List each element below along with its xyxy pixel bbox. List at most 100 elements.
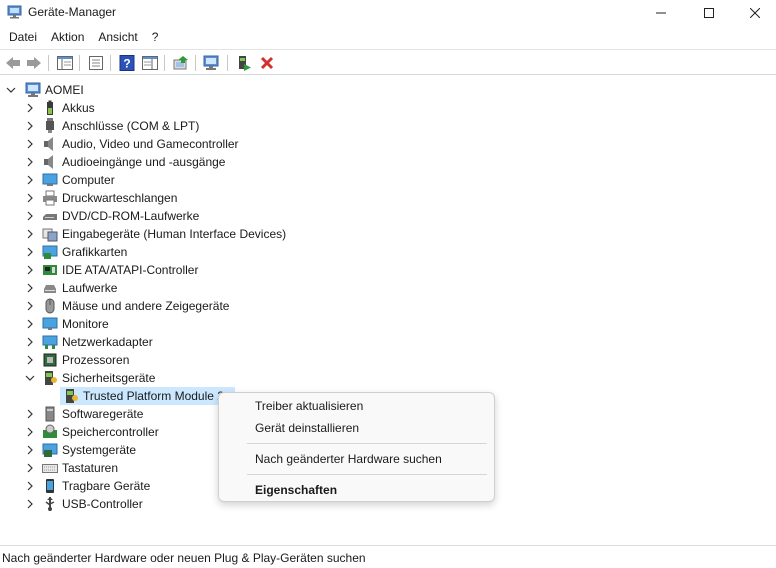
port-icon: [42, 118, 58, 134]
tree-category[interactable]: Softwaregeräte: [24, 405, 143, 423]
category-label: Sicherheitsgeräte: [62, 371, 156, 385]
forward-arrow-icon[interactable]: [24, 53, 44, 73]
printer-icon: [42, 190, 58, 206]
category-label: Laufwerke: [62, 281, 118, 295]
chevron-right-icon[interactable]: [24, 315, 36, 333]
tree-category[interactable]: Tragbare Geräte: [24, 477, 150, 495]
usb-icon: [42, 496, 58, 512]
battery-icon: [42, 100, 58, 116]
tree-category[interactable]: Audio, Video und Gamecontroller: [24, 135, 239, 153]
security-device-icon: [42, 370, 58, 386]
chevron-right-icon[interactable]: [24, 153, 36, 171]
context-menu: Treiber aktualisieren Gerät deinstallier…: [218, 392, 495, 502]
computer-icon: [42, 172, 58, 188]
uninstall-device-icon[interactable]: [257, 53, 277, 73]
scan-hardware-icon[interactable]: [202, 53, 222, 73]
chevron-right-icon[interactable]: [24, 459, 36, 477]
chevron-down-icon[interactable]: [5, 81, 17, 99]
computer-root-icon: [25, 82, 41, 98]
update-driver-icon[interactable]: [171, 53, 191, 73]
chevron-down-icon[interactable]: [24, 369, 36, 387]
speaker-icon: [42, 136, 58, 152]
category-label: Systemgeräte: [62, 443, 137, 457]
chevron-right-icon[interactable]: [24, 333, 36, 351]
status-bar: Nach geänderter Hardware oder neuen Plug…: [0, 545, 776, 568]
category-label: USB-Controller: [62, 497, 143, 511]
tree-device-tpm[interactable]: Trusted Platform Module 2: [60, 387, 224, 405]
tree-category[interactable]: DVD/CD-ROM-Laufwerke: [24, 207, 199, 225]
category-label: Druckwarteschlangen: [62, 191, 178, 205]
chevron-right-icon[interactable]: [24, 117, 36, 135]
tree-category[interactable]: Audioeingänge und -ausgänge: [24, 153, 225, 171]
ctx-properties[interactable]: Eigenschaften: [255, 483, 337, 497]
tree-category[interactable]: Netzwerkadapter: [24, 333, 153, 351]
tree-category[interactable]: Speichercontroller: [24, 423, 159, 441]
action-pane-icon[interactable]: [140, 53, 160, 73]
ctx-scan-hardware[interactable]: Nach geänderter Hardware suchen: [255, 452, 442, 466]
enable-device-icon[interactable]: [234, 53, 254, 73]
category-label: Monitore: [62, 317, 109, 331]
chevron-right-icon[interactable]: [24, 243, 36, 261]
tree-category[interactable]: Akkus: [24, 99, 95, 117]
tree-category[interactable]: Druckwarteschlangen: [24, 189, 177, 207]
tree-category[interactable]: Systemgeräte: [24, 441, 136, 459]
show-hide-console-tree-icon[interactable]: [55, 53, 75, 73]
tree-category[interactable]: IDE ATA/ATAPI-Controller: [24, 261, 198, 279]
category-label: Mäuse und andere Zeigegeräte: [62, 299, 230, 313]
tree-root-label: AOMEI: [45, 83, 84, 97]
menu-ansicht[interactable]: Ansicht: [91, 27, 144, 47]
chevron-right-icon[interactable]: [24, 495, 36, 513]
category-label: Netzwerkadapter: [62, 335, 153, 349]
minimize-button[interactable]: [638, 0, 684, 26]
category-label: IDE ATA/ATAPI-Controller: [62, 263, 199, 277]
audio-io-icon: [42, 154, 58, 170]
toolbar-separator: [48, 55, 49, 71]
chevron-right-icon[interactable]: [24, 297, 36, 315]
ctx-update-driver[interactable]: Treiber aktualisieren: [255, 399, 363, 413]
tree-root[interactable]: AOMEI: [5, 81, 84, 99]
category-label: Akkus: [62, 101, 95, 115]
toolbar: ?: [0, 49, 776, 75]
tree-category[interactable]: USB-Controller: [24, 495, 143, 513]
back-arrow-icon[interactable]: [3, 53, 23, 73]
tree-category[interactable]: Grafikkarten: [24, 243, 127, 261]
chevron-right-icon[interactable]: [24, 99, 36, 117]
tree-category[interactable]: Anschlüsse (COM & LPT): [24, 117, 199, 135]
close-button[interactable]: [732, 0, 776, 26]
menu-aktion[interactable]: Aktion: [44, 27, 91, 47]
chevron-right-icon[interactable]: [24, 351, 36, 369]
properties-icon[interactable]: [86, 53, 106, 73]
maximize-button[interactable]: [686, 0, 732, 26]
chevron-right-icon[interactable]: [24, 441, 36, 459]
chevron-right-icon[interactable]: [24, 189, 36, 207]
toolbar-separator: [227, 55, 228, 71]
help-icon[interactable]: ?: [117, 53, 137, 73]
ctx-uninstall-device[interactable]: Gerät deinstallieren: [255, 421, 359, 435]
chevron-right-icon[interactable]: [24, 225, 36, 243]
tree-category[interactable]: Computer: [24, 171, 115, 189]
chevron-right-icon[interactable]: [24, 207, 36, 225]
chevron-right-icon[interactable]: [24, 261, 36, 279]
tree-category[interactable]: Prozessoren: [24, 351, 129, 369]
tree-category[interactable]: Mäuse und andere Zeigegeräte: [24, 297, 229, 315]
tree-category[interactable]: Eingabegeräte (Human Interface Devices): [24, 225, 286, 243]
chevron-right-icon[interactable]: [24, 135, 36, 153]
category-label: Grafikkarten: [62, 245, 128, 259]
tree-category[interactable]: Monitore: [24, 315, 109, 333]
menu-datei[interactable]: Datei: [2, 27, 44, 47]
device-manager-app-icon: [7, 5, 23, 19]
chevron-right-icon[interactable]: [24, 171, 36, 189]
software-device-icon: [42, 406, 58, 422]
system-device-icon: [42, 442, 58, 458]
tree-category-expanded[interactable]: Sicherheitsgeräte: [24, 369, 155, 387]
menu-help[interactable]: ?: [145, 27, 166, 47]
title-bar: Geräte-Manager: [0, 0, 776, 26]
tpm-icon: [63, 388, 79, 404]
chevron-right-icon[interactable]: [24, 279, 36, 297]
tree-category[interactable]: Laufwerke: [24, 279, 117, 297]
tree-category[interactable]: Tastaturen: [24, 459, 118, 477]
chevron-right-icon[interactable]: [24, 405, 36, 423]
chevron-right-icon[interactable]: [24, 423, 36, 441]
processor-icon: [42, 352, 58, 368]
chevron-right-icon[interactable]: [24, 477, 36, 495]
